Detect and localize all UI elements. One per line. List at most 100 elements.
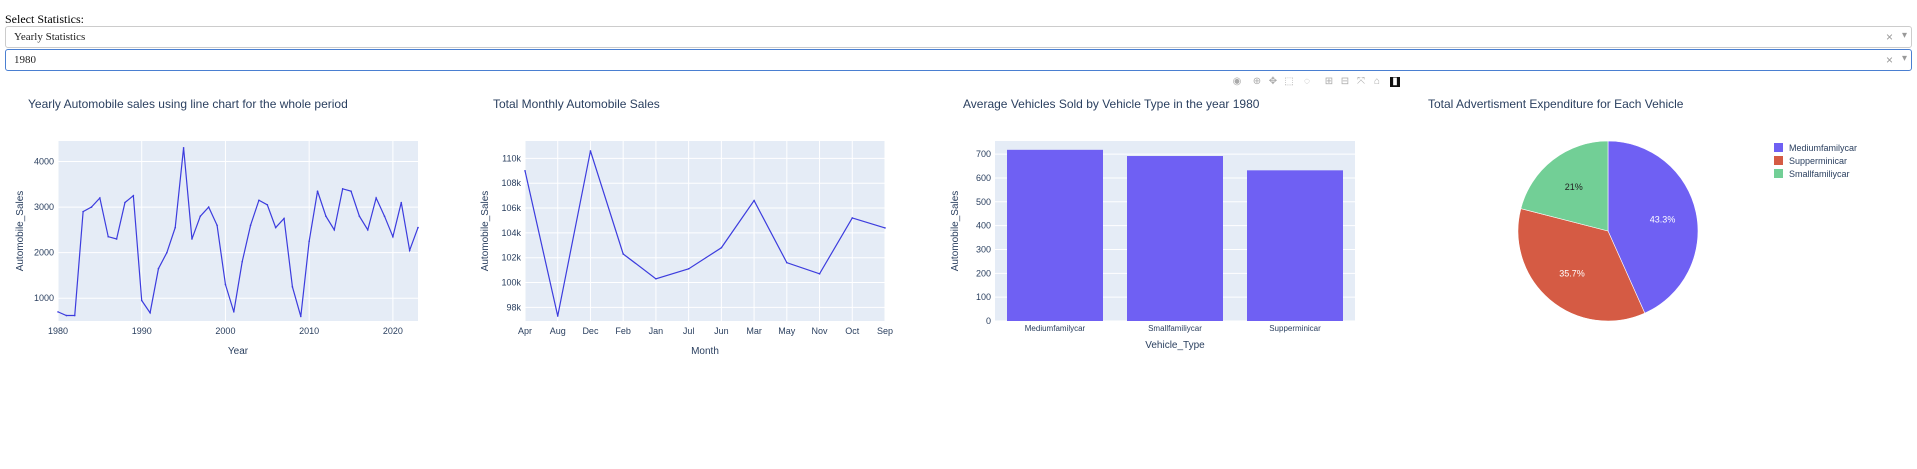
data-point bbox=[589, 150, 592, 152]
data-point bbox=[325, 215, 327, 217]
data-point bbox=[249, 224, 252, 227]
reset-axes-icon[interactable]: ⌂ bbox=[1370, 75, 1384, 89]
data-point bbox=[274, 226, 277, 229]
chevron-down-icon[interactable]: ▾ bbox=[1902, 30, 1907, 41]
data-point bbox=[333, 229, 336, 231]
data-point bbox=[224, 283, 227, 286]
data-point bbox=[408, 249, 411, 252]
y-tick-label: 700 bbox=[976, 149, 991, 159]
pan-icon[interactable]: ✥ bbox=[1266, 75, 1280, 89]
data-point bbox=[358, 215, 361, 217]
x-tick-label: 2020 bbox=[383, 326, 403, 336]
data-point bbox=[291, 286, 294, 288]
lasso-icon[interactable]: ◌ bbox=[1300, 75, 1314, 89]
x-tick-label: Feb bbox=[615, 326, 631, 336]
y-tick-label: 2000 bbox=[34, 248, 54, 258]
data-point bbox=[392, 235, 394, 238]
chevron-down-icon[interactable]: ▾ bbox=[1902, 53, 1907, 64]
data-point bbox=[57, 311, 59, 313]
data-point bbox=[241, 260, 243, 263]
x-axis-label: Month bbox=[691, 346, 719, 357]
y-axis-label: Automobile_Sales bbox=[480, 191, 491, 272]
data-point bbox=[786, 261, 788, 264]
monthly-sales-line-chart: Total Monthly Automobile Sales Apr Aug Dec F… bbox=[480, 97, 893, 357]
data-point bbox=[818, 273, 821, 275]
data-point bbox=[82, 210, 84, 213]
box-select-icon[interactable]: ⬚ bbox=[1282, 75, 1296, 89]
data-point bbox=[73, 314, 76, 317]
data-point bbox=[884, 227, 886, 229]
x-tick-label: 2010 bbox=[299, 326, 319, 336]
data-point bbox=[182, 147, 185, 149]
data-point bbox=[851, 217, 854, 219]
data-point bbox=[366, 229, 369, 231]
legend-swatch bbox=[1774, 143, 1783, 152]
camera-icon[interactable]: ◉ bbox=[1230, 75, 1244, 89]
chart-title: Total Monthly Automobile Sales bbox=[493, 97, 660, 111]
legend-swatch bbox=[1774, 156, 1783, 165]
y-tick-label: 400 bbox=[976, 221, 991, 231]
data-point bbox=[753, 199, 755, 202]
y-tick-label: 500 bbox=[976, 197, 991, 207]
y-tick-label: 0 bbox=[986, 316, 991, 326]
data-point bbox=[258, 199, 260, 202]
data-point bbox=[556, 315, 559, 317]
x-tick-label: Smallfamiliycar bbox=[1148, 324, 1202, 333]
x-tick-label: Apr bbox=[518, 326, 532, 336]
x-tick-label: Jan bbox=[649, 326, 664, 336]
y-tick-label: 100k bbox=[501, 278, 521, 288]
data-point bbox=[233, 311, 235, 313]
y-tick-label: 3000 bbox=[34, 202, 54, 212]
zoom-in-icon[interactable]: ⊞ bbox=[1322, 75, 1336, 89]
data-point bbox=[166, 251, 168, 254]
y-tick-label: 100 bbox=[976, 292, 991, 302]
slice-label: 43.3% bbox=[1650, 214, 1676, 224]
plotly-logo-icon[interactable]: ▮ bbox=[1390, 77, 1400, 87]
data-point bbox=[524, 169, 526, 172]
x-tick-label: Mediumfamilycar bbox=[1025, 324, 1086, 333]
zoom-out-icon[interactable]: ⊟ bbox=[1338, 75, 1352, 89]
x-tick-label: May bbox=[778, 326, 796, 336]
data-point bbox=[216, 224, 218, 227]
x-tick-label: Mar bbox=[746, 326, 762, 336]
legend-entry: Smallfamiliycar bbox=[1789, 169, 1850, 179]
data-point bbox=[149, 311, 151, 314]
zoom-icon[interactable]: ⊕ bbox=[1250, 75, 1264, 89]
data-point bbox=[207, 206, 210, 208]
data-point bbox=[174, 226, 177, 229]
data-point bbox=[157, 267, 160, 270]
slice-label: 35.7% bbox=[1559, 269, 1585, 279]
data-point bbox=[400, 201, 403, 204]
y-tick-label: 600 bbox=[976, 173, 991, 183]
statistics-dropdown[interactable]: Yearly Statistics × ▾ bbox=[5, 26, 1912, 48]
x-tick-label: 1990 bbox=[132, 326, 152, 336]
y-axis-label: Automobile_Sales bbox=[15, 191, 26, 272]
y-tick-label: 104k bbox=[501, 228, 521, 238]
year-dropdown-value: 1980 bbox=[14, 54, 36, 66]
data-point bbox=[655, 277, 657, 280]
clear-year-icon[interactable]: × bbox=[1886, 53, 1893, 67]
data-point bbox=[417, 226, 419, 229]
autoscale-icon[interactable]: ⤧ bbox=[1354, 75, 1368, 89]
y-tick-label: 1000 bbox=[34, 293, 54, 303]
x-axis-label: Year bbox=[228, 346, 249, 357]
data-point bbox=[341, 188, 344, 190]
clear-statistics-icon[interactable]: × bbox=[1886, 30, 1893, 44]
y-tick-label: 98k bbox=[506, 302, 521, 312]
x-tick-label: 2000 bbox=[215, 326, 235, 336]
data-point bbox=[107, 235, 110, 238]
chart-title: Total Advertisment Expenditure for Each … bbox=[1428, 97, 1684, 111]
plot-area bbox=[58, 141, 418, 321]
y-tick-label: 300 bbox=[976, 244, 991, 254]
x-axis-label: Vehicle_Type bbox=[1145, 340, 1205, 351]
plot-area bbox=[525, 141, 885, 321]
data-point bbox=[283, 217, 285, 220]
y-tick-label: 102k bbox=[501, 253, 521, 263]
year-dropdown[interactable]: 1980 × ▾ bbox=[5, 49, 1912, 71]
legend-entry: Mediumfamilycar bbox=[1789, 143, 1857, 153]
data-point bbox=[115, 238, 118, 240]
legend-entry: Supperminicar bbox=[1789, 156, 1847, 166]
x-tick-label: Dec bbox=[582, 326, 599, 336]
y-tick-label: 200 bbox=[976, 268, 991, 278]
data-point bbox=[266, 203, 269, 206]
